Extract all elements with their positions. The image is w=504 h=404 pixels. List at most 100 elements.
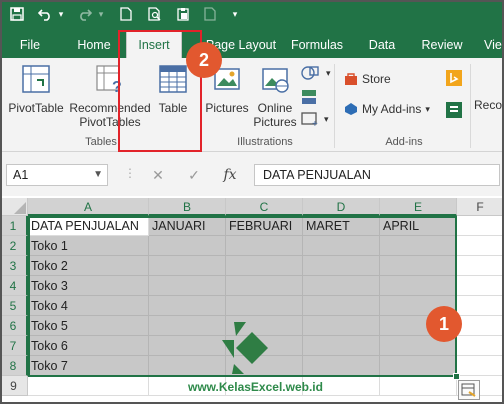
pivot-table-icon [6,64,66,97]
recommended-charts-button[interactable]: Reco [474,98,504,112]
grid-cell[interactable] [149,256,226,276]
new-document-icon[interactable] [118,4,134,24]
grid-cell[interactable] [303,316,380,336]
column-header-d[interactable]: D [303,198,380,216]
grid-cell[interactable] [457,276,504,296]
online-pictures-button[interactable]: Online Pictures [252,64,298,129]
grid-cell[interactable] [28,376,149,396]
customize-toolbar-icon[interactable]: ▾ [230,4,240,24]
grid-cell[interactable] [149,276,226,296]
grid-cell[interactable] [457,336,504,356]
grid-cell[interactable] [149,336,226,356]
grid-cell[interactable] [380,236,457,256]
row-header[interactable]: 7 [0,336,28,356]
cell-a1[interactable]: DATA PENJUALAN [28,216,149,236]
enter-icon[interactable]: ✓ [176,167,212,184]
header-cell[interactable]: APRIL [380,216,457,236]
insert-function-icon[interactable]: fx [212,167,248,183]
formula-bar-buttons: ✕ ✓ fx [140,164,248,186]
my-addins-dropdown-icon: ▾ [425,103,430,114]
store-name-cell[interactable]: Toko 3 [28,276,149,296]
grid-cell[interactable] [457,316,504,336]
grid-cell[interactable] [149,356,226,376]
store-button[interactable]: Store [344,72,391,86]
undo-dropdown-icon[interactable]: ▾ [56,4,66,24]
select-all-corner[interactable] [0,198,28,216]
grid-cell[interactable] [226,296,303,316]
row-header[interactable]: 8 [0,356,28,376]
grid-cell[interactable] [303,276,380,296]
row-header[interactable]: 9 [0,376,28,396]
column-header-f[interactable]: F [457,198,504,216]
redo-icon[interactable] [76,4,94,24]
store-name-cell[interactable]: Toko 4 [28,296,149,316]
save-icon[interactable] [8,4,26,24]
fill-handle[interactable] [453,373,460,380]
grid-cell[interactable] [380,356,457,376]
store-name-cell[interactable]: Toko 6 [28,336,149,356]
watermark-text: www.KelasExcel.web.id [188,380,323,394]
svg-text:+: + [312,119,318,128]
grid-cell[interactable] [380,276,457,296]
grid-cell[interactable] [149,316,226,336]
tab-home[interactable]: Home [70,28,118,58]
row-header[interactable]: 6 [0,316,28,336]
smartart-button[interactable] [300,88,320,106]
grid-cell[interactable] [303,356,380,376]
store-name-cell[interactable]: Toko 7 [28,356,149,376]
font-size-icon[interactable] [202,4,220,24]
formula-input[interactable]: DATA PENJUALAN [254,164,500,186]
tab-file[interactable]: File [10,28,50,58]
column-header-b[interactable]: B [149,198,226,216]
row-header[interactable]: 1 [0,216,28,236]
cancel-icon[interactable]: ✕ [140,167,176,184]
column-header-c[interactable]: C [226,198,303,216]
grid-cell[interactable] [457,236,504,256]
tab-formulas[interactable]: Formulas [286,28,348,58]
name-box[interactable]: A1 ▼ [6,164,108,186]
shapes-button[interactable]: ▾ [300,64,331,82]
redo-dropdown-icon[interactable]: ▾ [96,4,106,24]
grid-cell[interactable] [380,256,457,276]
screenshot-button[interactable]: + ▾ [300,110,329,128]
undo-icon[interactable] [36,4,54,24]
tab-data[interactable]: Data [362,28,402,58]
row-header[interactable]: 4 [0,276,28,296]
store-name-cell[interactable]: Toko 1 [28,236,149,256]
store-name-cell[interactable]: Toko 5 [28,316,149,336]
grid-cell[interactable] [457,356,504,376]
column-header-a[interactable]: A [28,198,149,216]
row-header[interactable]: 3 [0,256,28,276]
grid-cell[interactable] [226,236,303,256]
grid-cell[interactable] [303,236,380,256]
row-header[interactable]: 2 [0,236,28,256]
column-header-e[interactable]: E [380,198,457,216]
grid-cell[interactable] [303,256,380,276]
name-box-dropdown-icon[interactable]: ▼ [93,169,103,180]
formula-bar-grip-icon: ⋮ [124,166,136,180]
header-cell[interactable]: JANUARI [149,216,226,236]
paste-icon[interactable] [174,4,192,24]
bing-maps-button[interactable] [446,70,462,86]
grid-cell[interactable] [149,296,226,316]
header-cell[interactable]: MARET [303,216,380,236]
quick-analysis-button[interactable] [458,380,480,400]
grid-cell[interactable] [303,296,380,316]
grid-cell[interactable] [149,236,226,256]
grid-cell[interactable] [303,336,380,356]
people-graph-button[interactable] [446,102,462,118]
header-cell[interactable]: FEBRUARI [226,216,303,236]
tab-view[interactable]: Vie [484,28,504,58]
grid-cell[interactable] [457,256,504,276]
grid-cell[interactable] [457,216,504,236]
grid-cell[interactable] [457,296,504,316]
store-name-cell[interactable]: Toko 2 [28,256,149,276]
print-preview-icon[interactable] [146,4,164,24]
pivot-table-button[interactable]: PivotTable [6,64,66,115]
row-header[interactable]: 5 [0,296,28,316]
grid-cell[interactable] [226,276,303,296]
grid-cell[interactable] [226,256,303,276]
my-addins-button[interactable]: My Add-ins ▾ [344,102,430,116]
tab-review[interactable]: Review [416,28,468,58]
grid-cell[interactable] [380,376,457,396]
